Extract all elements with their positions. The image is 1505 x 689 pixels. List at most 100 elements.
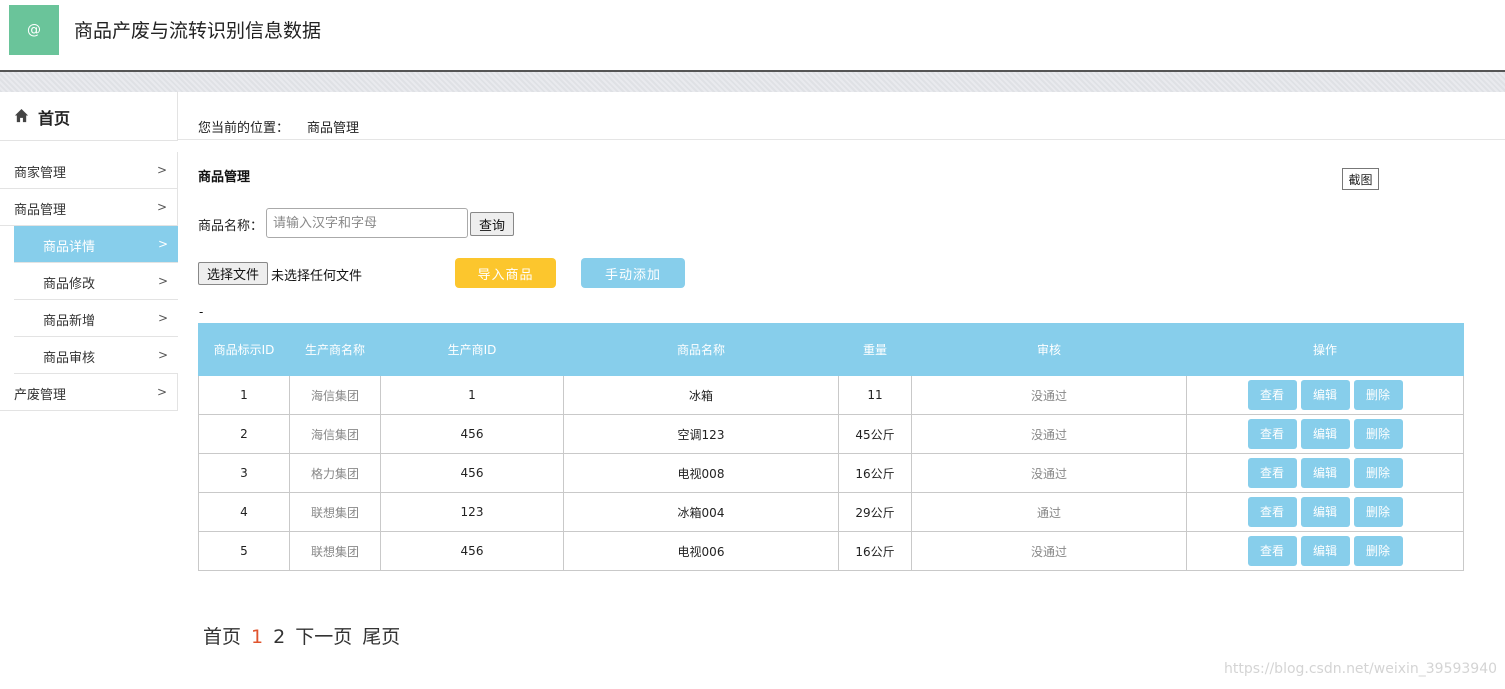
delete-button[interactable]: 删除 — [1353, 419, 1403, 449]
column-header: 生产商ID — [380, 323, 564, 376]
sidebar-item-label: 商品新增 — [43, 314, 96, 329]
chevron-right-icon: > — [157, 348, 168, 362]
cell-actions: 查看 编辑 删除 — [1186, 375, 1464, 415]
product-table: 商品标示ID 生产商名称 生产商ID 商品名称 重量 审核 操作 1 海信集团 … — [198, 323, 1464, 571]
cell-weight: 45公斤 — [838, 414, 912, 454]
cell-maker: 格力集团 — [289, 453, 381, 493]
sidebar-item-label: 产废管理 — [14, 388, 67, 403]
cell-id: 3 — [198, 453, 290, 493]
cell-review: 没通过 — [911, 414, 1187, 454]
chevron-right-icon: > — [157, 237, 168, 251]
sidebar-item-label: 商品管理 — [14, 203, 67, 218]
chevron-right-icon: > — [156, 200, 167, 214]
view-button[interactable]: 查看 — [1247, 536, 1297, 566]
sidebar-item-product-edit[interactable]: 商品修改 > — [14, 263, 178, 300]
sidebar-menu: 商家管理 > 商品管理 > 商品详情 > 商品修改 > 商品新增 > 商品审核 … — [0, 152, 178, 411]
delete-button[interactable]: 删除 — [1353, 380, 1403, 410]
column-header: 生产商名称 — [289, 323, 381, 376]
choose-file-button[interactable]: 选择文件 — [198, 262, 268, 285]
cell-maker-id: 123 — [380, 492, 564, 532]
edit-button[interactable]: 编辑 — [1300, 536, 1350, 566]
cell-weight: 29公斤 — [838, 492, 912, 532]
import-products-button[interactable]: 导入商品 — [455, 258, 556, 288]
cell-id: 4 — [198, 492, 290, 532]
breadcrumb-divider — [178, 139, 1505, 140]
view-button[interactable]: 查看 — [1247, 458, 1297, 488]
edit-button[interactable]: 编辑 — [1300, 458, 1350, 488]
screenshot-button[interactable]: 截图 — [1342, 168, 1379, 190]
cell-maker-id: 1 — [380, 375, 564, 415]
breadcrumb: 您当前的位置： 商品管理 — [198, 117, 359, 136]
chevron-right-icon: > — [156, 385, 167, 399]
sidebar-home[interactable]: 首页 — [0, 92, 178, 141]
separator-dash: - — [199, 305, 204, 319]
search-input[interactable] — [266, 208, 468, 238]
cell-name: 冰箱004 — [563, 492, 839, 532]
chevron-right-icon: > — [157, 311, 168, 325]
sidebar-item-label: 商家管理 — [14, 166, 67, 181]
app-header: @ 商品产废与流转识别信息数据 — [0, 0, 1505, 70]
pager-page-1[interactable]: 1 — [251, 626, 263, 648]
sidebar-item-product-add[interactable]: 商品新增 > — [14, 300, 178, 337]
file-status: 未选择任何文件 — [271, 269, 363, 284]
home-label: 首页 — [38, 109, 71, 128]
delete-button[interactable]: 删除 — [1353, 497, 1403, 527]
sidebar-item-product-review[interactable]: 商品审核 > — [14, 337, 178, 374]
chevron-right-icon: > — [156, 163, 167, 177]
cell-actions: 查看 编辑 删除 — [1186, 492, 1464, 532]
edit-button[interactable]: 编辑 — [1300, 419, 1350, 449]
view-button[interactable]: 查看 — [1247, 419, 1297, 449]
chevron-right-icon: > — [157, 274, 168, 288]
pager-last[interactable]: 尾页 — [362, 626, 400, 648]
column-header: 审核 — [911, 323, 1187, 376]
table-row: 4 联想集团 123 冰箱004 29公斤 通过 查看 编辑 删除 — [198, 492, 1464, 532]
pager-first[interactable]: 首页 — [203, 626, 241, 648]
pager-next[interactable]: 下一页 — [295, 626, 352, 648]
cell-maker: 联想集团 — [289, 492, 381, 532]
table-row: 3 格力集团 456 电视008 16公斤 没通过 查看 编辑 删除 — [198, 453, 1464, 493]
cell-actions: 查看 编辑 删除 — [1186, 453, 1464, 493]
breadcrumb-prefix: 您当前的位置： — [198, 121, 290, 136]
view-button[interactable]: 查看 — [1247, 497, 1297, 527]
cell-maker-id: 456 — [380, 531, 564, 571]
sidebar-item-merchant-mgmt[interactable]: 商家管理 > — [0, 152, 178, 189]
sidebar-item-product-detail[interactable]: 商品详情 > — [14, 226, 178, 263]
pagination: 首页 1 2 下一页 尾页 — [203, 622, 410, 649]
main-content: 您当前的位置： 商品管理 商品管理 截图 商品名称： 查询 选择文件 未选择任何文… — [178, 92, 1505, 689]
table-row: 5 联想集团 456 电视006 16公斤 没通过 查看 编辑 删除 — [198, 531, 1464, 571]
edit-button[interactable]: 编辑 — [1300, 497, 1350, 527]
cell-review: 没通过 — [911, 453, 1187, 493]
cell-weight: 16公斤 — [838, 531, 912, 571]
sidebar-item-product-mgmt[interactable]: 商品管理 > — [0, 189, 178, 226]
search-label: 商品名称： — [198, 219, 264, 234]
delete-button[interactable]: 删除 — [1353, 536, 1403, 566]
cell-maker-id: 456 — [380, 453, 564, 493]
page-title: 商品管理 — [198, 170, 251, 185]
cell-id: 2 — [198, 414, 290, 454]
cell-maker-id: 456 — [380, 414, 564, 454]
search-button[interactable]: 查询 — [470, 212, 514, 236]
edit-button[interactable]: 编辑 — [1300, 380, 1350, 410]
cell-maker: 联想集团 — [289, 531, 381, 571]
column-header: 重量 — [838, 323, 912, 376]
cell-maker: 海信集团 — [289, 375, 381, 415]
breadcrumb-current[interactable]: 商品管理 — [307, 121, 359, 136]
sidebar-item-label: 商品详情 — [43, 240, 96, 255]
cell-weight: 11 — [838, 375, 912, 415]
cell-actions: 查看 编辑 删除 — [1186, 414, 1464, 454]
delete-button[interactable]: 删除 — [1353, 458, 1403, 488]
table-header-row: 商品标示ID 生产商名称 生产商ID 商品名称 重量 审核 操作 — [198, 323, 1464, 376]
sidebar-item-label: 商品修改 — [43, 277, 96, 292]
manual-add-button[interactable]: 手动添加 — [581, 258, 685, 288]
sidebar-item-waste-mgmt[interactable]: 产废管理 > — [0, 374, 178, 411]
cell-review: 没通过 — [911, 375, 1187, 415]
home-icon — [14, 108, 29, 123]
view-button[interactable]: 查看 — [1247, 380, 1297, 410]
app-title: 商品产废与流转识别信息数据 — [74, 20, 322, 42]
sidebar-item-label: 商品审核 — [43, 351, 96, 366]
watermark: https://blog.csdn.net/weixin_39593940 — [1224, 661, 1498, 677]
cell-name: 电视006 — [563, 531, 839, 571]
cell-id: 5 — [198, 531, 290, 571]
pager-page-2[interactable]: 2 — [273, 626, 285, 648]
cell-name: 空调123 — [563, 414, 839, 454]
